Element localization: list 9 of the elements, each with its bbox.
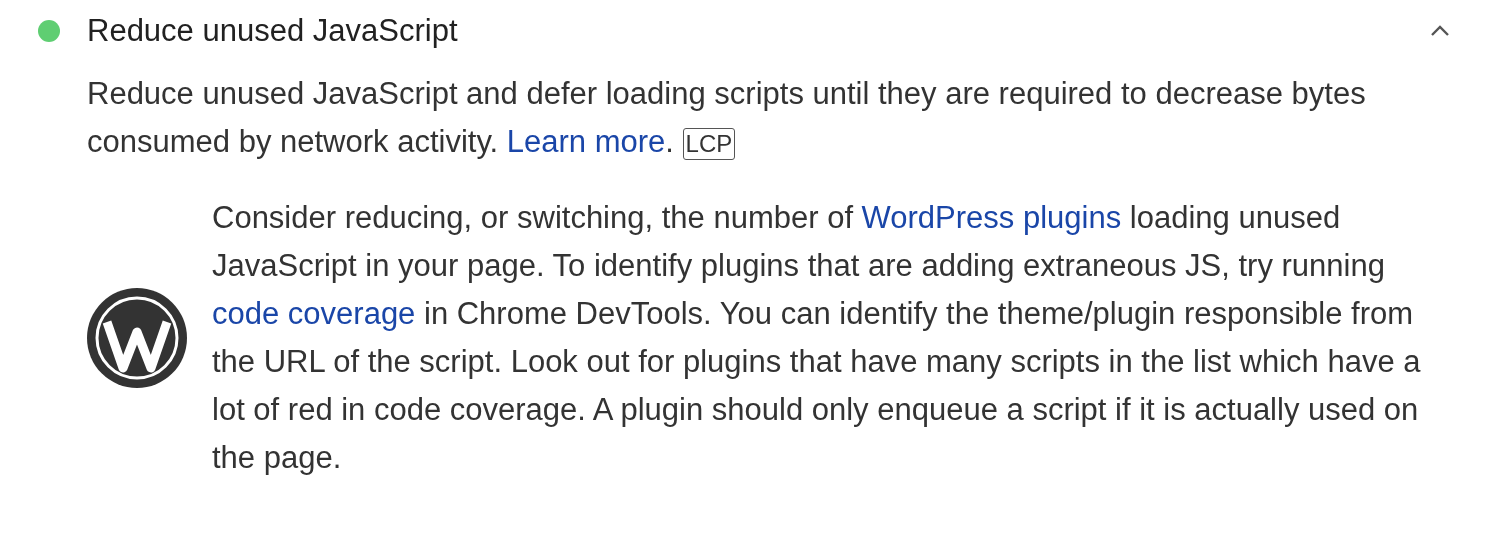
link[interactable]: Learn more: [506, 124, 666, 159]
metric-tag: LCP: [682, 128, 736, 160]
logo-icon: [87, 288, 187, 388]
audit-title: Reduce unused JavaScript: [87, 11, 458, 50]
link[interactable]: code coverage: [212, 296, 416, 331]
stack-pack-advice: Consider reducing, or switching, the number of WordPress plugins loading unused JavaScript in your page. To identify plugins that are adding extraneous JS, try running code coverage in Chrome DevTools. You can identify the theme/plugin responsible from the URL of the script. Look out for plugins that have many scripts in the list which have a lot of red in code coverage. A plugin should only enqueue a script if it is actually used on the page.: [212, 199, 1422, 477]
link[interactable]: WordPress plugins: [861, 200, 1122, 235]
chevron-icon[interactable]: [1430, 25, 1450, 37]
audit-description: Reduce unused JavaScript and defer loading scripts until they are required to decrease bytes consumed by network activity. Learn more. LCP: [87, 75, 1367, 162]
